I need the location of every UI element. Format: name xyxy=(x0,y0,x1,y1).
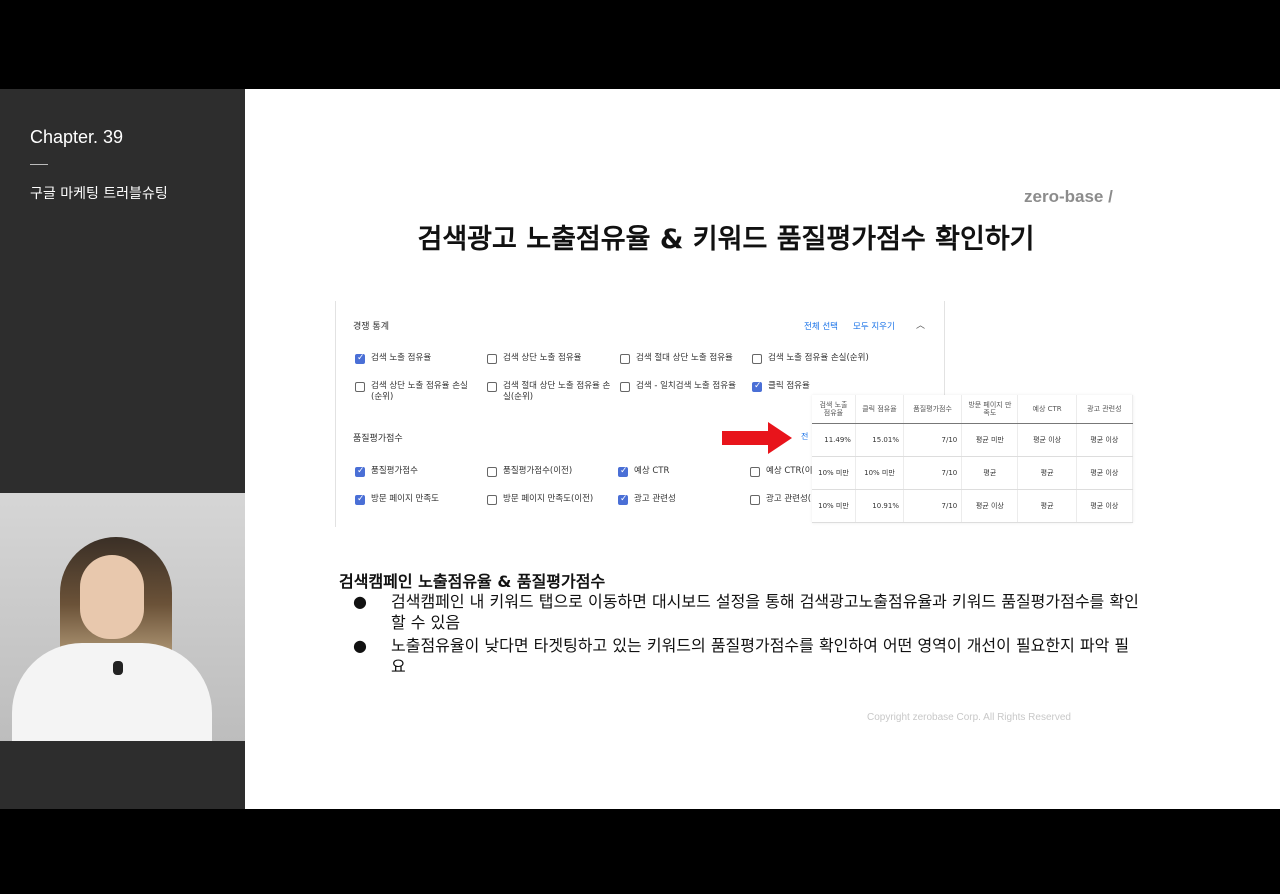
list-item: ● 검색캠페인 내 키워드 탭으로 이동하면 대시보드 설정을 통해 검색광고노출… xyxy=(349,591,1139,633)
checkbox-icon[interactable] xyxy=(750,495,760,505)
checkbox-item[interactable]: 검색 - 일치검색 노출 점유율 xyxy=(620,381,745,392)
checkbox-item[interactable]: 검색 노출 점유율 xyxy=(355,353,475,364)
column-header[interactable]: 방문 페이지 만족도 xyxy=(961,395,1019,424)
table-cell: 평균 xyxy=(961,456,1019,490)
checkbox-checked-icon[interactable] xyxy=(355,353,365,364)
checkbox-checked-icon[interactable] xyxy=(618,494,628,505)
column-header[interactable]: 품질평가점수 xyxy=(903,395,963,424)
table-cell: 평균 이상 xyxy=(1076,423,1134,457)
table-cell: 평균 이상 xyxy=(1017,423,1077,457)
checkbox-icon[interactable] xyxy=(620,382,630,392)
chapter-label: Chapter. 39 xyxy=(30,127,124,147)
table-cell: 평균 이상 xyxy=(1076,456,1134,490)
table-cell: 평균 xyxy=(1017,489,1077,523)
table-cell: 10.91% xyxy=(855,489,904,523)
copyright-text: Copyright zerobase Corp. All Rights Rese… xyxy=(867,712,1071,723)
slide-title: 검색광고 노출점유율 & 키워드 품질평가점수 확인하기 xyxy=(417,224,1035,255)
body-heading: 검색캠페인 노출점유율 & 품질평가점수 xyxy=(339,572,606,591)
column-header[interactable]: 예상 CTR xyxy=(1017,395,1077,424)
presenter-shirt xyxy=(12,643,212,741)
checkbox-item[interactable]: 방문 페이지 만족도(이전) xyxy=(487,494,612,505)
table-row: 10% 미만 10% 미만 7/10 평균 평균 평균 이상 xyxy=(812,456,1134,490)
bullet-icon: ● xyxy=(353,636,367,655)
table-cell: 평균 이상 xyxy=(1076,489,1134,523)
sidebar-footer xyxy=(0,741,245,809)
checkbox-item[interactable]: 방문 페이지 만족도 xyxy=(355,494,475,505)
checkbox-item[interactable]: 검색 상단 노출 점유율 xyxy=(487,353,612,364)
checkbox-icon[interactable] xyxy=(487,495,497,505)
checkbox-icon[interactable] xyxy=(487,382,497,392)
checkbox-icon[interactable] xyxy=(750,467,760,477)
checkbox-checked-icon[interactable] xyxy=(355,494,365,505)
lapel-mic xyxy=(113,661,123,675)
checkbox-item[interactable]: 예상 CTR(이 xyxy=(750,466,812,477)
checkbox-icon[interactable] xyxy=(752,354,762,364)
brand-logo: zero-base / xyxy=(1024,187,1113,206)
table-cell: 10% 미만 xyxy=(812,456,856,490)
checkbox-item[interactable]: 광고 관련성( xyxy=(750,494,812,505)
checkbox-item[interactable]: 클릭 점유율 xyxy=(752,381,822,392)
course-subtitle: 구글 마케팅 트러블슈팅 xyxy=(30,186,168,202)
table-cell: 평균 xyxy=(1017,456,1077,490)
checkbox-checked-icon[interactable] xyxy=(355,466,365,477)
section-title-competition: 경쟁 통계 xyxy=(353,322,389,332)
section-title-quality-score: 품질평가점수 xyxy=(353,434,403,444)
sidebar: Chapter. 39 구글 마케팅 트러블슈팅 xyxy=(0,89,245,809)
checkbox-icon[interactable] xyxy=(487,467,497,477)
table-cell: 10% 미만 xyxy=(812,489,856,523)
screenshot-edge xyxy=(944,301,945,401)
chevron-up-icon[interactable]: ︿ xyxy=(916,318,925,331)
bullet-text: 검색캠페인 내 키워드 탭으로 이동하면 대시보드 설정을 통해 검색광고노출점… xyxy=(391,592,1139,632)
checkbox-item[interactable]: 예상 CTR xyxy=(618,466,728,477)
clear-all-link[interactable]: 모두 지우기 xyxy=(853,320,895,332)
divider xyxy=(30,164,48,165)
table-cell: 7/10 xyxy=(903,489,963,523)
checkbox-checked-icon[interactable] xyxy=(618,466,628,477)
column-header[interactable]: 검색 노출 점유율 xyxy=(812,395,856,424)
checkbox-icon[interactable] xyxy=(487,354,497,364)
checkbox-item[interactable]: 광고 관련성 xyxy=(618,494,728,505)
table-cell: 10% 미만 xyxy=(855,456,904,490)
bullet-list: ● 검색캠페인 내 키워드 탭으로 이동하면 대시보드 설정을 통해 검색광고노출… xyxy=(349,591,1139,679)
arrow-shape xyxy=(722,422,792,454)
webcam-video xyxy=(0,493,245,741)
checkbox-icon[interactable] xyxy=(355,382,365,392)
checkbox-item[interactable]: 품질평가점수(이전) xyxy=(487,466,612,477)
truncated-link[interactable]: 전 xyxy=(801,431,808,442)
presenter-face xyxy=(80,555,144,639)
slide: zero-base / 검색광고 노출점유율 & 키워드 품질평가점수 확인하기… xyxy=(245,89,1280,809)
checkbox-item[interactable]: 검색 노출 점유율 손실(순위) xyxy=(752,353,877,364)
column-header[interactable]: 광고 관련성 xyxy=(1076,395,1134,424)
table-cell: 평균 이상 xyxy=(961,489,1019,523)
list-item: ● 노출점유율이 낮다면 타겟팅하고 있는 키워드의 품질평가점수를 확인하여 어… xyxy=(349,635,1139,677)
select-all-link[interactable]: 전체 선택 xyxy=(804,320,838,332)
checkbox-checked-icon[interactable] xyxy=(752,381,762,392)
bullet-icon: ● xyxy=(353,592,367,611)
table-row: 10% 미만 10.91% 7/10 평균 이상 평균 평균 이상 xyxy=(812,489,1134,523)
checkbox-item[interactable]: 품질평가점수 xyxy=(355,466,475,477)
table-header-row: 검색 노출 점유율 클릭 점유율 품질평가점수 방문 페이지 만족도 예상 CT… xyxy=(812,395,1134,424)
table-cell: 7/10 xyxy=(903,423,963,457)
table-cell: 15.01% xyxy=(855,423,904,457)
table-cell: 11.49% xyxy=(812,423,856,457)
table-cell: 평균 미만 xyxy=(961,423,1019,457)
red-arrow-icon xyxy=(722,422,792,454)
checkbox-item[interactable]: 검색 절대 상단 노출 점유율 손실(순위) xyxy=(487,381,612,403)
table-row: 11.49% 15.01% 7/10 평균 미만 평균 이상 평균 이상 xyxy=(812,423,1134,457)
table-cell: 7/10 xyxy=(903,456,963,490)
column-header[interactable]: 클릭 점유율 xyxy=(855,395,904,424)
bullet-text: 노출점유율이 낮다면 타겟팅하고 있는 키워드의 품질평가점수를 확인하여 어떤… xyxy=(391,636,1130,676)
checkbox-icon[interactable] xyxy=(620,354,630,364)
checkbox-item[interactable]: 검색 상단 노출 점유율 손실(순위) xyxy=(355,381,477,403)
checkbox-item[interactable]: 검색 절대 상단 노출 점유율 xyxy=(620,353,745,364)
quality-score-table: 검색 노출 점유율 클릭 점유율 품질평가점수 방문 페이지 만족도 예상 CT… xyxy=(812,395,1134,523)
